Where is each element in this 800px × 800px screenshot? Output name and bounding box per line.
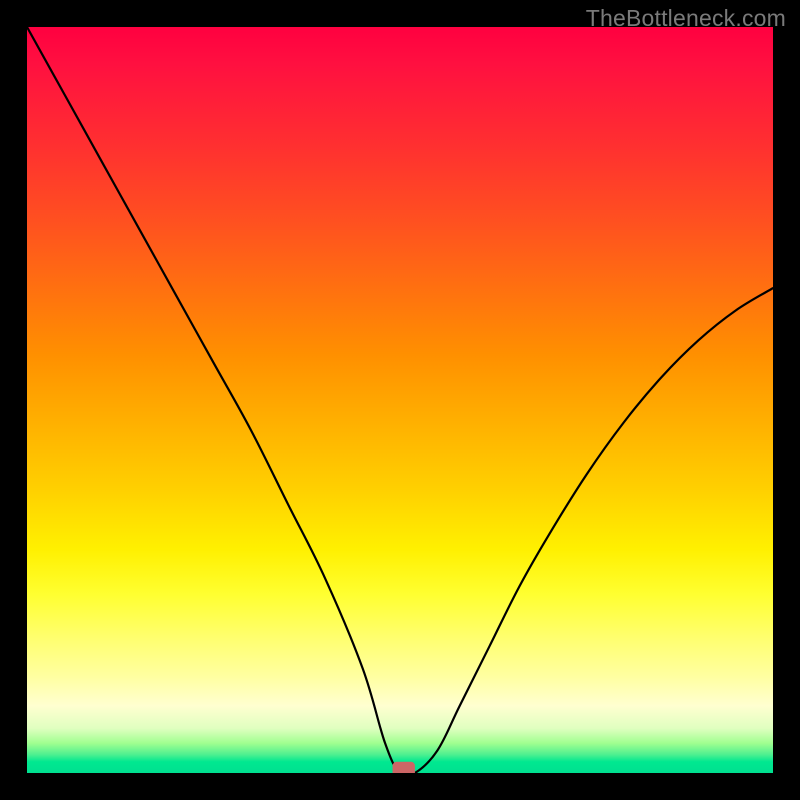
optimal-point-marker: [393, 762, 415, 773]
bottleneck-curve: [27, 27, 773, 773]
curve-layer: [27, 27, 773, 773]
plot-area: [27, 27, 773, 773]
chart-frame: TheBottleneck.com: [0, 0, 800, 800]
